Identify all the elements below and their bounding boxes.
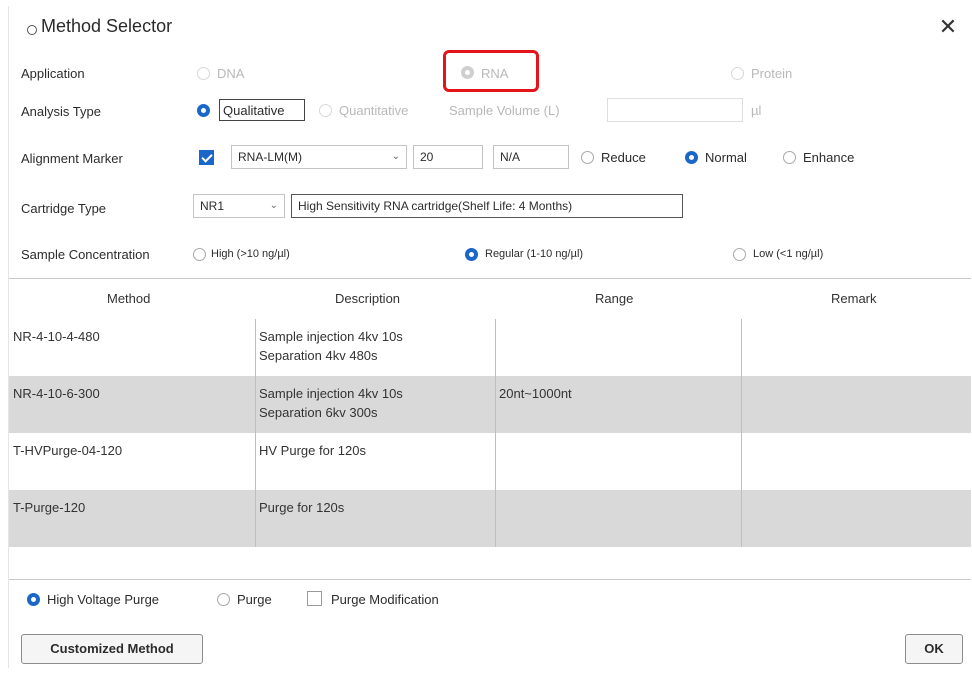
normal-label: Normal [705,150,747,165]
chevron-down-icon: ⌄ [269,200,278,211]
purge-radio[interactable] [217,593,230,606]
method-cell: T-HVPurge-04-120 [13,443,123,458]
table-row[interactable]: T-Purge-120 Purge for 120s [9,490,971,547]
analysis-type-label: Analysis Type [21,104,101,119]
reduce-label: Reduce [601,150,646,165]
high-voltage-purge-label: High Voltage Purge [47,592,160,607]
dialog-title: Method Selector [41,16,173,36]
column-divider [741,319,742,547]
sample-volume-label: Sample Volume (L) [449,103,560,118]
cartridge-type-label: Cartridge Type [21,201,107,216]
description-line: Separation 6kv 300s [259,405,378,420]
high-voltage-purge-radio[interactable] [27,593,40,606]
application-dna-radio[interactable] [197,67,210,80]
ok-button[interactable]: OK [905,634,963,664]
normal-radio[interactable] [685,151,698,164]
concentration-high-label: High (>10 ng/µl) [211,248,290,260]
chevron-down-icon: ⌄ [391,151,400,162]
table-row[interactable]: NR-4-10-6-300 Sample injection 4kv 10s S… [9,376,971,433]
range-cell: 20nt~1000nt [499,386,572,401]
alignment-marker-label: Alignment Marker [21,151,123,166]
method-cell: NR-4-10-6-300 [13,386,100,401]
app-icon [27,25,37,35]
method-cell: T-Purge-120 [13,500,86,515]
column-divider [495,319,496,547]
application-label: Application [21,66,85,81]
alignment-marker-value: RNA-LM(M) [238,150,302,164]
purge-label: Purge [237,592,272,607]
analysis-qualitative-label: Qualitative [223,103,285,118]
description-line: Sample injection 4kv 10s [259,329,403,344]
concentration-low-radio[interactable] [733,248,746,261]
table-row[interactable]: NR-4-10-4-480 Sample injection 4kv 10s S… [9,319,971,376]
customized-method-button[interactable]: Customized Method [21,634,203,664]
cartridge-type-value: NR1 [200,199,225,213]
close-icon[interactable]: ✕ [935,14,961,40]
purge-modification-label: Purge Modification [331,592,439,607]
analysis-quantitative-radio[interactable] [319,104,332,117]
concentration-high-radio[interactable] [193,248,206,261]
column-header-remark[interactable]: Remark [831,291,877,306]
purge-modification-checkbox[interactable] [307,591,322,606]
sample-volume-unit: µl [751,103,762,118]
application-dna-label: DNA [217,66,245,81]
rna-highlight-annotation [443,50,539,92]
sample-concentration-label: Sample Concentration [21,247,150,262]
application-protein-radio[interactable] [731,67,744,80]
column-header-range[interactable]: Range [595,291,633,306]
table-row[interactable]: T-HVPurge-04-120 HV Purge for 120s [9,433,971,490]
concentration-regular-label: Regular (1-10 ng/µl) [485,248,584,260]
title-bar: Method Selector ✕ [9,6,971,46]
description-line: Sample injection 4kv 10s [259,386,403,401]
analysis-quantitative-label: Quantitative [339,103,409,118]
description-line: HV Purge for 120s [259,443,366,458]
alignment-marker-unit-field[interactable]: N/A [493,145,569,169]
alignment-marker-checkbox[interactable] [199,150,214,165]
column-header-method[interactable]: Method [107,291,150,306]
alignment-marker-size-field[interactable]: 20 [413,145,483,169]
enhance-radio[interactable] [783,151,796,164]
sample-volume-input[interactable] [607,98,743,122]
cartridge-type-select[interactable]: NR1 ⌄ [193,194,285,218]
cartridge-description-field[interactable]: High Sensitivity RNA cartridge(Shelf Lif… [291,194,683,218]
enhance-label: Enhance [803,150,855,165]
application-protein-label: Protein [751,66,793,81]
table-header: Method Description Range Remark [9,279,971,319]
column-header-description[interactable]: Description [335,291,400,306]
description-line: Purge for 120s [259,500,345,515]
reduce-radio[interactable] [581,151,594,164]
column-divider [255,319,256,547]
method-selector-dialog: Method Selector ✕ Application DNA RNA Pr… [8,6,971,668]
analysis-qualitative-radio[interactable] [197,104,210,117]
alignment-marker-select[interactable]: RNA-LM(M) ⌄ [231,145,407,169]
description-line: Separation 4kv 480s [259,348,378,363]
methods-table: Method Description Range Remark NR-4-10-… [9,278,971,580]
concentration-regular-radio[interactable] [465,248,478,261]
method-cell: NR-4-10-4-480 [13,329,100,344]
concentration-low-label: Low (<1 ng/µl) [753,248,824,260]
